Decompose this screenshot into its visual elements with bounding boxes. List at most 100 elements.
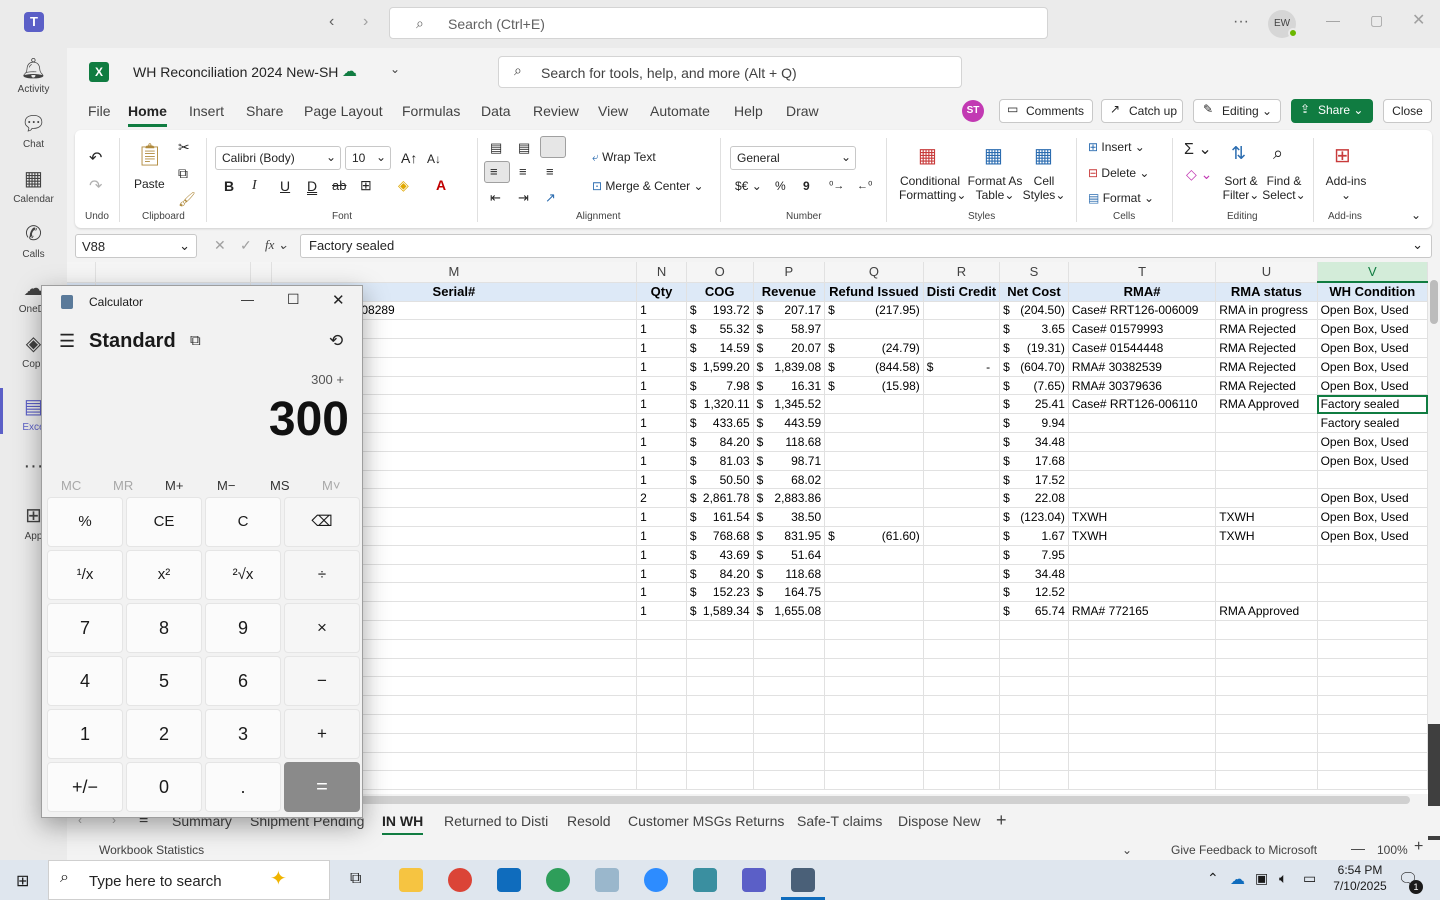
table-cell[interactable]	[1317, 564, 1428, 584]
table-cell[interactable]	[923, 733, 1001, 753]
table-cell[interactable]: $ (19.31)	[999, 338, 1069, 358]
memory-store-button[interactable]: MS	[270, 478, 290, 493]
table-cell[interactable]	[1317, 714, 1428, 734]
clear-icon[interactable]: ◇ ⌄	[1186, 166, 1212, 183]
table-cell[interactable]	[999, 695, 1069, 716]
reciprocal-key[interactable]: ¹/x	[47, 550, 123, 600]
chrome-icon[interactable]	[448, 868, 472, 892]
rail-chat[interactable]: 💬︎ Chat	[0, 111, 67, 150]
table-cell[interactable]	[999, 676, 1069, 697]
tab-review[interactable]: Review	[533, 103, 579, 119]
zero-key[interactable]: 0	[126, 762, 202, 812]
table-cell[interactable]	[686, 733, 754, 753]
table-cell[interactable]	[1215, 413, 1318, 434]
table-cell[interactable]	[753, 714, 826, 734]
table-cell[interactable]: $98.71	[753, 451, 826, 471]
table-cell[interactable]	[753, 733, 826, 753]
table-cell[interactable]: $2,883.86	[753, 488, 826, 509]
insert-cells-button[interactable]: ⊞ Insert ⌄	[1088, 140, 1145, 154]
memory-list-button[interactable]: M˅	[322, 478, 340, 493]
table-cell[interactable]	[1068, 432, 1217, 452]
format-cells-button[interactable]: ▤ Format ⌄	[1088, 191, 1154, 205]
table-cell[interactable]: $ (217.95)	[824, 301, 924, 321]
tab-view[interactable]: View	[598, 103, 628, 119]
square-root-key[interactable]: ²√x	[205, 550, 281, 600]
table-cell[interactable]	[636, 658, 687, 678]
table-cell[interactable]	[636, 714, 687, 734]
table-cell[interactable]: $161.54	[686, 507, 754, 528]
table-cell[interactable]	[636, 733, 687, 753]
table-cell[interactable]	[1317, 695, 1428, 716]
table-cell[interactable]	[923, 770, 1001, 791]
table-cell[interactable]	[824, 639, 924, 659]
table-cell[interactable]: $38.50	[753, 507, 826, 528]
calc-minimize-icon[interactable]: —	[241, 292, 254, 307]
table-cell[interactable]	[1215, 639, 1318, 659]
table-cell[interactable]: RMA Rejected	[1215, 376, 1318, 396]
table-cell[interactable]	[1317, 658, 1428, 678]
table-cell[interactable]	[824, 733, 924, 753]
table-cell[interactable]	[824, 752, 924, 772]
calculator-taskbar-icon[interactable]	[791, 868, 815, 892]
table-cell[interactable]: $193.72	[686, 301, 754, 321]
table-cell[interactable]: Open Box, Used	[1317, 376, 1428, 396]
table-cell[interactable]: $1,589.34	[686, 601, 754, 622]
table-cell[interactable]: TXWH	[1215, 507, 1318, 528]
tab-data[interactable]: Data	[481, 103, 511, 119]
table-cell[interactable]	[1068, 451, 1217, 471]
sheet-tab-safe-t-claims[interactable]: Safe-T claims	[797, 813, 882, 829]
bold-icon[interactable]: B	[224, 178, 234, 194]
header-cell[interactable]: Refund Issued	[824, 282, 924, 302]
table-cell[interactable]	[1068, 413, 1217, 434]
table-cell[interactable]	[923, 507, 1001, 528]
table-cell[interactable]	[1215, 470, 1318, 490]
table-cell[interactable]: RMA Rejected	[1215, 357, 1318, 377]
increase-decimal-icon[interactable]: ⁰→	[829, 179, 844, 192]
column-header[interactable]: R	[923, 262, 1001, 283]
table-cell[interactable]: RMA Rejected	[1215, 319, 1318, 340]
table-cell[interactable]: 1	[636, 301, 687, 321]
table-cell[interactable]: $81.03	[686, 451, 754, 471]
table-cell[interactable]	[999, 752, 1069, 772]
cell-styles-button[interactable]: Cell Styles⌄	[1022, 174, 1066, 202]
clear-key[interactable]: C	[205, 497, 281, 547]
table-cell[interactable]	[1068, 470, 1217, 490]
table-cell[interactable]	[824, 582, 924, 603]
add-ins-button[interactable]: Add-ins ⌄	[1324, 174, 1368, 202]
table-cell[interactable]	[1215, 695, 1318, 716]
insert-function-icon[interactable]: fx ⌄	[265, 237, 289, 253]
table-cell[interactable]: $20.07	[753, 338, 826, 358]
table-cell[interactable]	[824, 413, 924, 434]
table-cell[interactable]	[753, 695, 826, 716]
column-header[interactable]: U	[1215, 262, 1318, 283]
column-header[interactable]: M	[271, 262, 638, 283]
table-cell[interactable]	[923, 601, 1001, 622]
merge-center-button[interactable]: ⊡ Merge & Center ⌄	[592, 179, 704, 193]
table-cell[interactable]: $152.23	[686, 582, 754, 603]
teams-icon[interactable]	[742, 868, 766, 892]
tab-file[interactable]: File	[88, 103, 111, 119]
ribbon-expand-icon[interactable]: ⌄	[1411, 208, 1421, 222]
memory-recall-button[interactable]: MR	[113, 478, 133, 493]
sort-filter-button[interactable]: Sort & Filter⌄	[1222, 174, 1260, 202]
conditional-formatting-button[interactable]: ConditionalFormatting⌄	[899, 174, 966, 202]
cancel-formula-icon[interactable]: ✕	[214, 237, 226, 254]
table-cell[interactable]: Case# RRT126-006110	[1068, 394, 1217, 415]
table-cell[interactable]	[923, 714, 1001, 734]
table-cell[interactable]: RMA Rejected	[1215, 338, 1318, 358]
table-cell[interactable]: Open Box, Used	[1317, 432, 1428, 452]
table-cell[interactable]: $207.17	[753, 301, 826, 321]
table-cell[interactable]	[753, 770, 826, 791]
table-cell[interactable]: $ (61.60)	[824, 526, 924, 546]
header-cell[interactable]: COG	[686, 282, 754, 302]
table-cell[interactable]	[999, 658, 1069, 678]
table-cell[interactable]	[686, 639, 754, 659]
clock[interactable]: 6:54 PM 7/10/2025	[1333, 863, 1387, 893]
table-cell[interactable]: $ (604.70)	[999, 357, 1069, 377]
zoom-in-icon[interactable]: +	[1414, 838, 1423, 856]
table-cell[interactable]: $84.20	[686, 564, 754, 584]
percent-style-icon[interactable]: %	[775, 179, 786, 193]
tab-share[interactable]: Share	[246, 103, 283, 119]
underline-icon[interactable]: U	[280, 178, 290, 194]
network-icon[interactable]: ▭	[1303, 870, 1316, 887]
